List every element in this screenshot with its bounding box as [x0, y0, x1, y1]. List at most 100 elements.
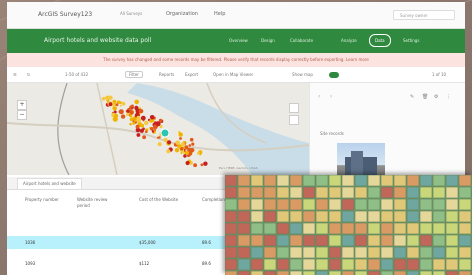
heatmap-cell: [263, 270, 277, 275]
nav-help[interactable]: Help: [214, 11, 225, 17]
nav-organization[interactable]: Organization: [166, 11, 198, 17]
export-button[interactable]: Export: [185, 72, 198, 77]
map-point[interactable]: [189, 137, 194, 142]
map-point[interactable]: [179, 137, 182, 140]
map-point[interactable]: [133, 119, 137, 122]
map-point[interactable]: [167, 140, 172, 145]
forward-icon[interactable]: ›: [330, 93, 332, 100]
heatmap-cell: [302, 234, 316, 247]
map-point[interactable]: [108, 102, 113, 107]
map-point[interactable]: [155, 121, 161, 127]
map-point[interactable]: [135, 124, 140, 129]
map-point[interactable]: [191, 142, 195, 146]
project-title: Airport hotels and website data poll: [44, 37, 152, 44]
zoom-out-button[interactable]: −: [17, 110, 27, 120]
heatmap-cell: [276, 222, 290, 235]
settings-icon[interactable]: ⚙: [434, 94, 438, 100]
map-point[interactable]: [184, 150, 190, 155]
map-point[interactable]: [203, 161, 208, 166]
map-point[interactable]: [118, 109, 124, 115]
map-point[interactable]: [121, 101, 126, 106]
map-point[interactable]: [114, 113, 119, 119]
tab-overview[interactable]: Overview: [229, 38, 248, 43]
delete-icon[interactable]: 🗑: [422, 94, 428, 100]
column-header[interactable]: Property number: [25, 197, 65, 203]
map-point[interactable]: [101, 96, 106, 101]
selected-point[interactable]: [160, 128, 170, 138]
map-point[interactable]: [157, 142, 162, 147]
refresh-icon[interactable]: ↻: [27, 72, 30, 77]
map-point[interactable]: [174, 148, 180, 153]
map-point[interactable]: [126, 110, 130, 113]
heatmap-cell: [276, 270, 290, 275]
map-point[interactable]: [115, 103, 119, 107]
map-point[interactable]: [145, 130, 148, 133]
back-icon[interactable]: ‹: [318, 93, 320, 100]
show-map-toggle[interactable]: [329, 72, 339, 78]
filter-button[interactable]: Filter: [125, 71, 143, 78]
map-point[interactable]: [185, 160, 190, 166]
heatmap-overlay-window[interactable]: [225, 175, 472, 275]
account-menu[interactable]: Survey owner: [393, 10, 455, 20]
map-point[interactable]: [134, 99, 139, 105]
heatmap-cell: [328, 186, 342, 199]
map-point[interactable]: [118, 101, 122, 105]
heatmap-cell: [263, 210, 277, 223]
heatmap-cell: [302, 186, 316, 199]
map-point[interactable]: [150, 127, 154, 131]
heatmap-cell: [250, 198, 264, 211]
edit-icon[interactable]: ✎: [410, 94, 414, 100]
map-point[interactable]: [134, 105, 139, 110]
map-point[interactable]: [130, 104, 134, 108]
column-header[interactable]: Cost of the Website: [139, 197, 179, 203]
zoom-in-button[interactable]: +: [17, 100, 27, 110]
map-point[interactable]: [126, 112, 130, 116]
map-point[interactable]: [193, 163, 198, 168]
open-map-viewer-button[interactable]: Open in Map Viewer: [213, 72, 253, 77]
map-point[interactable]: [157, 136, 160, 139]
map-point[interactable]: [177, 144, 182, 149]
map-point[interactable]: [188, 144, 192, 147]
tab-data[interactable]: Data: [369, 34, 391, 47]
map-point[interactable]: [151, 130, 155, 133]
map-point[interactable]: [144, 120, 149, 126]
column-header[interactable]: Website review period: [77, 197, 117, 209]
map-point[interactable]: [129, 122, 132, 126]
map-point[interactable]: [140, 115, 146, 121]
map-point[interactable]: [197, 151, 200, 155]
tab-records[interactable]: Airport hotels and website: [17, 178, 82, 190]
map-point[interactable]: [120, 114, 126, 119]
map-point[interactable]: [183, 154, 187, 158]
map-point[interactable]: [142, 135, 147, 140]
map-point[interactable]: [129, 117, 134, 122]
map-point[interactable]: [105, 95, 110, 101]
more-icon[interactable]: ⋮: [446, 94, 451, 100]
map-point[interactable]: [178, 132, 183, 137]
map-point[interactable]: [136, 133, 141, 137]
tab-design[interactable]: Design: [261, 38, 275, 43]
detail-record-count: 1 of 10: [432, 72, 447, 77]
app-title[interactable]: ArcGIS Survey123: [38, 11, 92, 18]
map-point[interactable]: [139, 128, 144, 133]
map-point[interactable]: [136, 117, 141, 123]
tab-collaborate[interactable]: Collaborate: [290, 38, 313, 43]
basemap-icon[interactable]: [289, 115, 299, 125]
heatmap-cell: [406, 270, 420, 275]
survey-selector[interactable]: All Surveys: [120, 11, 142, 16]
map-point[interactable]: [149, 115, 155, 120]
map-point[interactable]: [112, 99, 117, 104]
menu-icon[interactable]: ☰: [13, 72, 17, 77]
heatmap-cell: [225, 258, 238, 271]
map-point[interactable]: [166, 149, 171, 154]
map-point[interactable]: [119, 104, 122, 107]
reports-button[interactable]: Reports: [159, 72, 174, 77]
map-layers-icon[interactable]: [289, 103, 299, 113]
tab-analyze[interactable]: Analyze: [341, 38, 357, 43]
map-point[interactable]: [149, 119, 153, 123]
map-point[interactable]: [200, 163, 204, 167]
tab-settings[interactable]: Settings: [403, 38, 419, 43]
map-point[interactable]: [132, 122, 136, 125]
map-point[interactable]: [138, 109, 143, 114]
map-view[interactable]: + − Esri, HERE, Garmin, USGS: [7, 83, 309, 175]
heatmap-cell: [419, 246, 433, 259]
